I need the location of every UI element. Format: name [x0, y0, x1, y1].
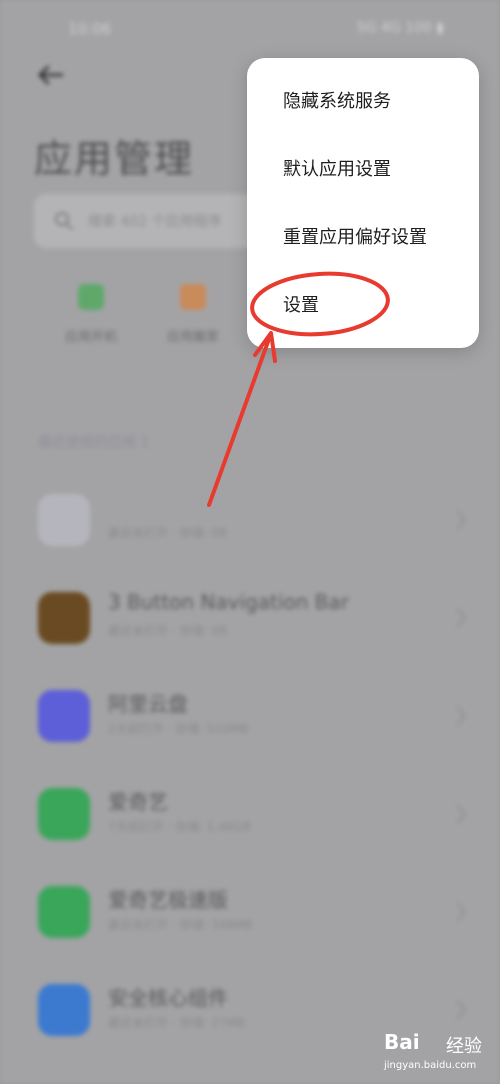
overflow-menu: 隐藏系统服务 默认应用设置 重置应用偏好设置 设置 — [247, 58, 479, 348]
move-app-icon — [180, 284, 206, 310]
app-icon — [38, 788, 90, 840]
menu-item-settings[interactable]: 设置 — [283, 294, 319, 318]
app-icon — [38, 690, 90, 742]
search-icon — [55, 212, 73, 230]
app-icon — [38, 592, 90, 644]
menu-item-reset-app-preferences[interactable]: 重置应用偏好设置 — [283, 226, 427, 250]
section-title: 最近使用的应用 1 — [38, 435, 150, 451]
app-meta: 最近未打开 · 存储: 27MB — [108, 1016, 246, 1030]
app-meta: 2天前打开 · 存储: 510MB — [108, 722, 249, 736]
baidu-jingyan-watermark: Bai 经验 jingyan.baidu.com — [380, 1018, 500, 1084]
app-icon — [38, 494, 90, 546]
chevron-right-icon — [456, 804, 467, 824]
status-bar: 10:06 5G 4G 100 ▮ — [0, 0, 500, 56]
app-row[interactable]: 最近未打开 · 存储: 0B — [0, 486, 500, 578]
page-title: 应用管理 — [34, 137, 195, 181]
quick-action-label: 应用开机 — [64, 330, 117, 345]
watermark-text: 经验 — [446, 1036, 482, 1057]
quick-action-label: 应用搬家 — [166, 330, 219, 345]
app-name: 爱奇艺极速版 — [108, 888, 228, 912]
chevron-right-icon — [456, 510, 467, 530]
app-name: 3 Button Navigation Bar — [108, 590, 349, 614]
menu-item-hide-system-services[interactable]: 隐藏系统服务 — [283, 90, 391, 114]
chevron-right-icon — [456, 902, 467, 922]
quick-action-autostart[interactable]: 应用开机 — [46, 284, 136, 345]
quick-action-move[interactable]: 应用搬家 — [148, 284, 238, 345]
search-placeholder: 搜索 402 个应用程序 — [88, 214, 222, 230]
app-name: 爱奇艺 — [108, 790, 168, 814]
watermark-logo: Bai — [384, 1030, 420, 1054]
app-name: 安全核心组件 — [108, 986, 228, 1010]
app-meta: 7天前打开 · 存储: 1.46GB — [108, 820, 252, 834]
chevron-right-icon — [456, 706, 467, 726]
status-time: 10:06 — [68, 20, 112, 38]
back-arrow-icon[interactable] — [34, 58, 68, 92]
watermark-url: jingyan.baidu.com — [384, 1060, 477, 1071]
app-icon — [38, 886, 90, 938]
menu-item-default-app-settings[interactable]: 默认应用设置 — [283, 158, 391, 182]
app-row[interactable]: 爱奇艺极速版 最近未打开 · 存储: 348MB — [0, 878, 500, 970]
app-name: 阿里云盘 — [108, 692, 188, 716]
app-row[interactable]: 3 Button Navigation Bar 最近未打开 · 存储: 0B — [0, 584, 500, 676]
app-meta: 最近未打开 · 存储: 348MB — [108, 918, 253, 932]
status-indicators: 5G 4G 100 ▮ — [356, 20, 444, 36]
app-meta: 最近未打开 · 存储: 0B — [108, 624, 228, 638]
chevron-right-icon — [456, 608, 467, 628]
app-row[interactable]: 阿里云盘 2天前打开 · 存储: 510MB — [0, 682, 500, 774]
app-meta: 最近未打开 · 存储: 0B — [108, 526, 228, 540]
app-row[interactable]: 爱奇艺 7天前打开 · 存储: 1.46GB — [0, 780, 500, 872]
autostart-icon — [78, 284, 104, 310]
app-icon — [38, 984, 90, 1036]
